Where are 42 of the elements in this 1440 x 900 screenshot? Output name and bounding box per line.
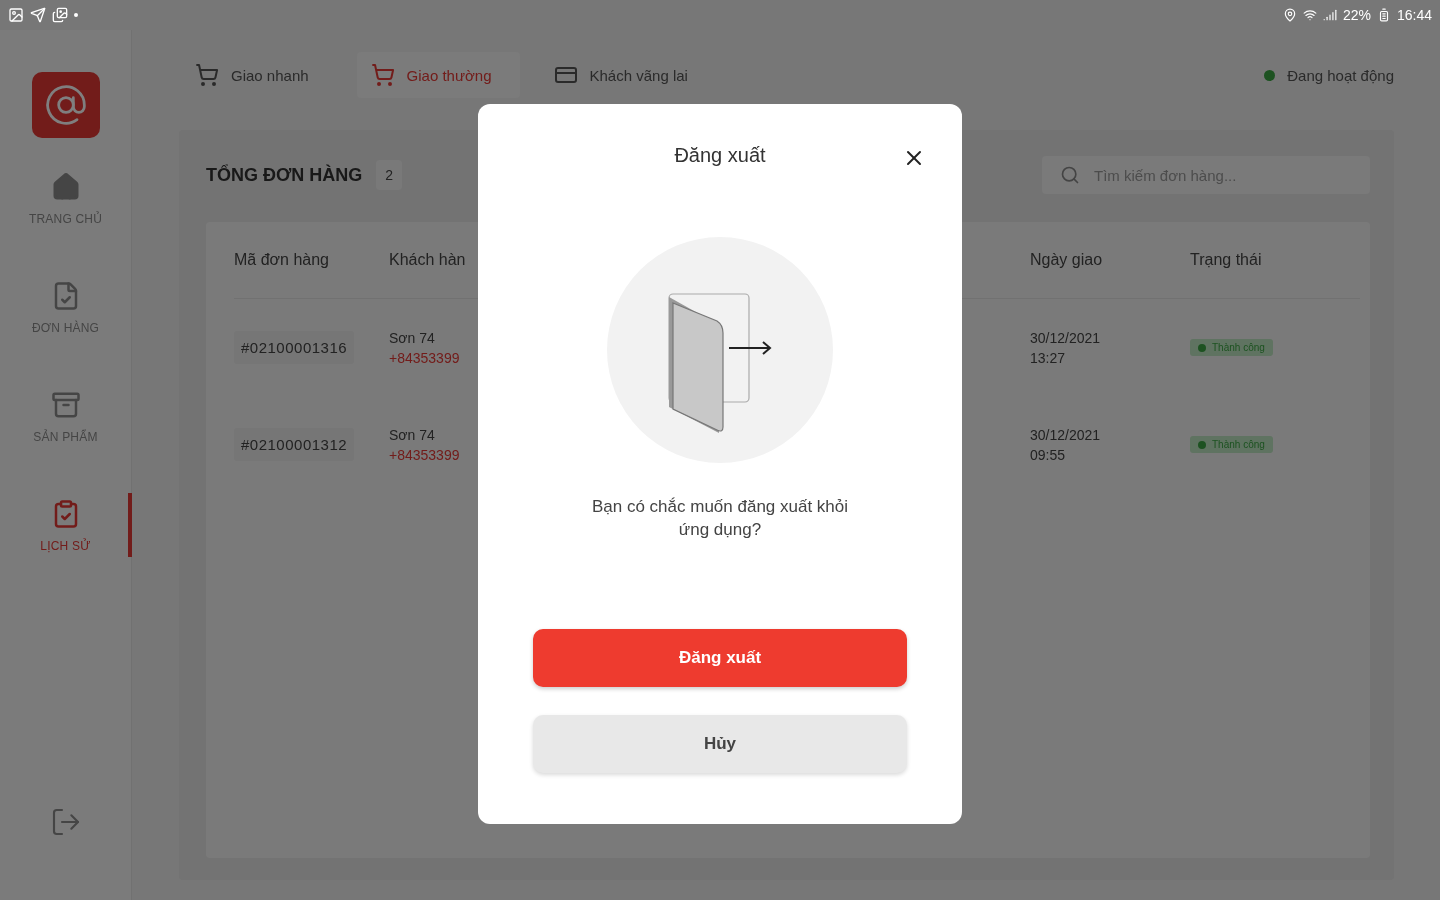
app-logo — [31, 72, 100, 138]
column-header: Khách hàn — [389, 251, 467, 269]
cart-icon — [370, 63, 395, 87]
archive-box-icon — [50, 390, 81, 420]
status-badge: Thành công — [1190, 436, 1273, 453]
panel-title: TỔNG ĐƠN HÀNG — [206, 164, 363, 186]
status-badge: Thành công — [1190, 339, 1273, 356]
tab[interactable]: Giao thường — [356, 52, 520, 98]
dialog-title: Đăng xuất — [674, 144, 766, 167]
order-count: 2 — [376, 160, 403, 190]
customer-phone: +84353399 — [389, 349, 461, 366]
image-icon — [8, 7, 24, 23]
signal-icon — [1322, 8, 1337, 22]
cancel-button[interactable]: Hủy — [533, 715, 907, 773]
customer-phone: +84353399 — [389, 446, 461, 463]
home-icon — [50, 172, 81, 202]
order-code: #02100001316 — [234, 331, 355, 364]
active-indicator — [128, 493, 132, 557]
column-header: Trạng thái — [1190, 251, 1263, 269]
customer-name: Sơn 74 — [389, 426, 436, 443]
location-icon — [1282, 8, 1297, 22]
wifi-icon — [1302, 8, 1317, 22]
delivery-date: 30/12/2021 — [1030, 329, 1102, 346]
confirm-logout-button[interactable]: Đăng xuất — [533, 629, 907, 687]
status-label: Đang hoạt động — [1287, 66, 1394, 84]
order-code: #02100001312 — [234, 428, 355, 461]
column-header: Mã đơn hàng — [234, 251, 330, 269]
delivery-time: 09:55 — [1030, 446, 1067, 463]
column-header: Ngày giao — [1030, 251, 1104, 269]
delivery-date: 30/12/2021 — [1030, 426, 1102, 443]
tab[interactable]: Giao nhanh — [187, 52, 337, 98]
gallery-icon — [52, 7, 68, 23]
tab[interactable]: Khách vãng lai — [539, 52, 716, 98]
clock-time: 16:44 — [1396, 7, 1432, 23]
cart-icon — [195, 63, 219, 87]
search-icon — [1060, 165, 1080, 185]
dialog-message: Bạn có chắc muốn đăng xuất khỏi ứng dụng? — [590, 496, 850, 541]
send-icon — [30, 7, 46, 23]
customer-name: Sơn 74 — [389, 329, 436, 346]
notification-dot-icon — [74, 13, 78, 17]
battery-percent: 22% — [1342, 7, 1371, 23]
delivery-time: 13:27 — [1030, 349, 1067, 366]
